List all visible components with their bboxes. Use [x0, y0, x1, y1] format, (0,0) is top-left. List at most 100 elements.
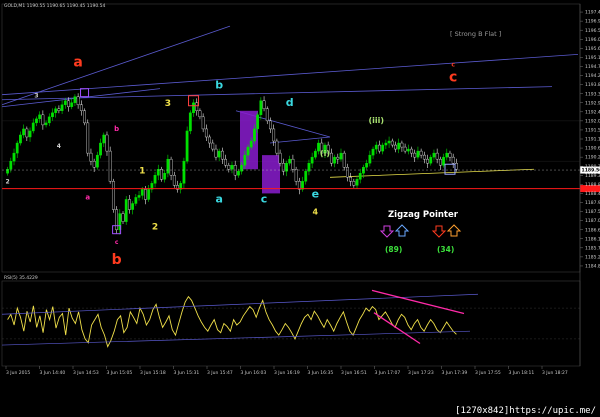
candle	[15, 142, 19, 154]
price-tick-label: 1194.70	[585, 64, 600, 70]
price-tick-label: 1187.50	[585, 209, 600, 215]
price-tick-label: 1187.05	[585, 218, 600, 224]
wave-label: a	[73, 54, 82, 70]
candle	[422, 154, 426, 160]
arrow-down-magenta-icon	[379, 225, 395, 238]
candle	[86, 122, 90, 154]
price-tick-label: 1185.70	[585, 245, 600, 251]
wave-label: c	[261, 192, 268, 205]
price-tick-label: 1191.10	[585, 137, 600, 143]
candle	[390, 140, 394, 146]
candle	[403, 146, 407, 152]
candle	[256, 114, 260, 130]
candle	[220, 150, 224, 160]
wave-label: c	[451, 61, 455, 68]
candle	[333, 156, 336, 164]
candle	[233, 165, 237, 176]
candle	[83, 110, 86, 124]
candle	[111, 181, 115, 210]
time-tick-label: 3 Jun 17:07	[375, 370, 401, 376]
wave-label: e	[312, 187, 319, 200]
candle	[406, 148, 410, 152]
candle	[368, 154, 372, 164]
time-tick-label: 3 Jun 15:18	[140, 370, 166, 376]
arrow-down-marker	[80, 88, 90, 98]
candle	[451, 156, 455, 164]
candle	[54, 108, 58, 114]
candle	[349, 177, 353, 182]
candle	[51, 112, 54, 118]
time-tick-label: 3 Jun 16:51	[341, 370, 367, 376]
candle	[131, 203, 135, 210]
price-tick-label: 1186.15	[585, 236, 600, 242]
candle	[291, 158, 295, 170]
candle	[31, 122, 35, 132]
price-axis: 1197.40 1196.95 1196.50 1196.05 1195.60 1195.…	[579, 4, 600, 366]
candle	[227, 165, 231, 170]
price-tick-label: 1197.40	[585, 10, 600, 16]
wave-label: 3	[165, 99, 171, 109]
candle	[304, 171, 308, 182]
candle	[79, 104, 83, 111]
candle	[387, 140, 391, 144]
candle	[442, 156, 445, 166]
price-tick-label: 1193.35	[585, 91, 600, 97]
candle	[355, 179, 359, 186]
rsi-magenta-trendline	[371, 289, 465, 315]
candle	[60, 104, 64, 111]
time-tick-label: 3 Jun 2015	[6, 370, 30, 376]
candle	[105, 134, 109, 152]
candle	[67, 100, 70, 107]
candle	[211, 142, 215, 150]
chart-svg[interactable]: 1189.56 abccabcde1234(i)(iii)abc234 1197…	[0, 0, 600, 417]
candle	[313, 150, 317, 158]
candle	[137, 195, 141, 198]
purple-box-c	[262, 155, 280, 194]
candle	[342, 152, 346, 168]
candle	[144, 189, 147, 200]
candle	[288, 158, 292, 164]
candle	[310, 156, 314, 164]
wave-label: d	[286, 96, 294, 109]
wave-label: 4	[57, 143, 61, 150]
arrow-up-orange-icon	[446, 224, 462, 237]
candle	[329, 152, 333, 164]
candle	[147, 189, 151, 200]
time-tick-label: 3 Jun 15:31	[174, 370, 200, 376]
chart-window: 1189.56 abccabcde1234(i)(iii)abc234 1197…	[0, 0, 600, 417]
time-tick-label: 3 Jun 17:39	[442, 370, 468, 376]
time-tick-label: 3 Jun 15:47	[207, 370, 233, 376]
candle	[25, 128, 29, 138]
price-tick-label: 1195.60	[585, 46, 600, 52]
candle	[163, 173, 167, 180]
wave-label: 2	[6, 178, 10, 185]
candle	[115, 209, 118, 230]
candle	[108, 150, 112, 182]
candle	[371, 148, 375, 156]
candle	[384, 142, 388, 146]
candle	[339, 152, 343, 160]
price-tick-label: 1187.95	[585, 200, 600, 206]
candle	[374, 144, 378, 150]
candle	[272, 128, 276, 142]
time-tick-label: 3 Jun 16:19	[274, 370, 300, 376]
candle	[35, 118, 38, 124]
strong-b-flat-annotation: [ Strong B Flat ]	[450, 30, 501, 38]
price-tick-label: 1188.85	[585, 182, 600, 188]
wave-label: 3	[34, 93, 38, 100]
candle	[230, 165, 234, 170]
candle	[400, 142, 404, 148]
candle	[275, 140, 279, 154]
candle	[432, 152, 436, 158]
price-tick-label: 1190.20	[585, 155, 600, 161]
wave-label: b	[112, 252, 122, 268]
rsi-line	[7, 295, 457, 348]
price-tick-label: 1185.25	[585, 254, 600, 260]
candle	[240, 165, 244, 172]
candle	[217, 150, 221, 158]
watermark: [1270x842]https://upic.me/	[453, 406, 598, 416]
candle	[12, 152, 16, 162]
arrow-up-blue-icon	[394, 224, 410, 237]
candle	[134, 197, 138, 204]
candle	[22, 128, 26, 136]
